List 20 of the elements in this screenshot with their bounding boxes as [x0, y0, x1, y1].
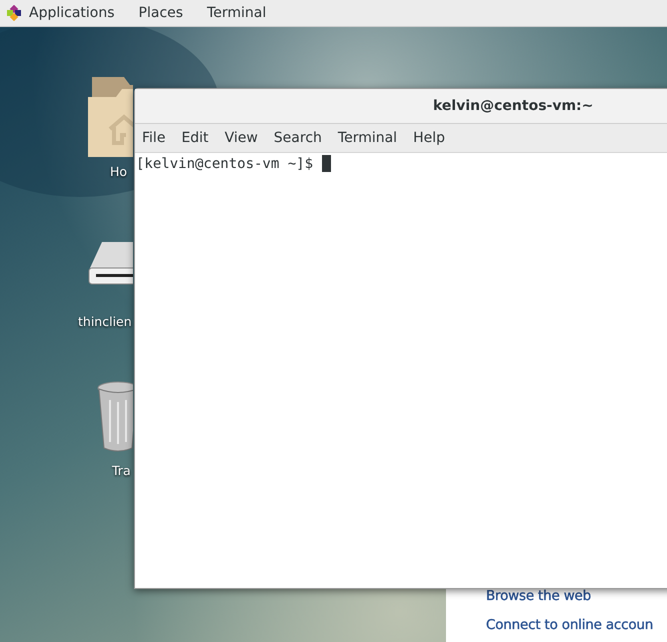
- top-menu[interactable]: Places: [138, 5, 184, 21]
- menu-item[interactable]: Edit: [181, 130, 209, 146]
- desktop-icon-label: thinclien: [78, 314, 132, 329]
- top-menu[interactable]: Terminal: [207, 5, 266, 21]
- menu-item[interactable]: File: [142, 130, 166, 146]
- menu-item[interactable]: View: [224, 130, 258, 146]
- desktop-icon-label: Tra: [112, 463, 131, 478]
- folder-icon[interactable]: [88, 75, 133, 157]
- menu-item[interactable]: Help: [413, 130, 445, 146]
- desktop-icon-label: Ho: [110, 164, 128, 179]
- menu-item[interactable]: Terminal: [338, 130, 398, 146]
- terminal-prompt: [kelvin@centos-vm ~]$: [136, 156, 314, 172]
- text-cursor: [322, 155, 332, 172]
- menu-item[interactable]: Search: [274, 130, 322, 146]
- welcome-link[interactable]: Connect to online accoun: [486, 617, 667, 633]
- welcome-link[interactable]: Browse the web: [486, 588, 667, 604]
- drive-icon[interactable]: [88, 240, 133, 286]
- logo-icon: [6, 5, 22, 21]
- window-title: kelvin@centos-vm:~: [433, 98, 594, 114]
- top-menu[interactable]: Applications: [29, 5, 115, 21]
